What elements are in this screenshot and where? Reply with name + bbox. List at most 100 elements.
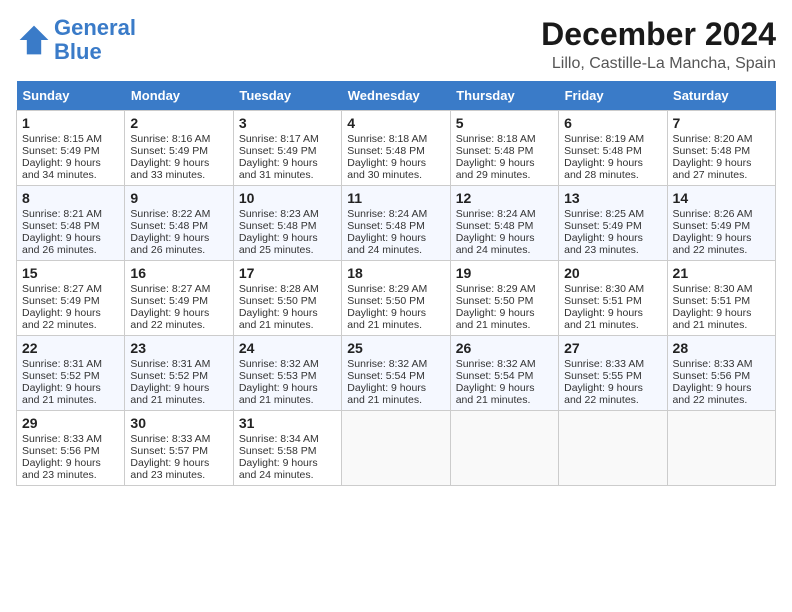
calendar-week-row: 1 Sunrise: 8:15 AM Sunset: 5:49 PM Dayli… xyxy=(17,111,776,186)
day-number: 7 xyxy=(673,115,770,131)
sunset-label: Sunset: 5:51 PM xyxy=(564,295,642,307)
day-number: 2 xyxy=(130,115,227,131)
table-row: 2 Sunrise: 8:16 AM Sunset: 5:49 PM Dayli… xyxy=(125,111,233,186)
table-row: 23 Sunrise: 8:31 AM Sunset: 5:52 PM Dayl… xyxy=(125,336,233,411)
col-saturday: Saturday xyxy=(667,81,775,111)
table-row: 27 Sunrise: 8:33 AM Sunset: 5:55 PM Dayl… xyxy=(559,336,667,411)
day-number: 25 xyxy=(347,340,444,356)
table-row: 10 Sunrise: 8:23 AM Sunset: 5:48 PM Dayl… xyxy=(233,186,341,261)
daylight-label: Daylight: 9 hours and 21 minutes. xyxy=(673,307,752,331)
day-number: 24 xyxy=(239,340,336,356)
table-row: 1 Sunrise: 8:15 AM Sunset: 5:49 PM Dayli… xyxy=(17,111,125,186)
table-row: 17 Sunrise: 8:28 AM Sunset: 5:50 PM Dayl… xyxy=(233,261,341,336)
sunrise-label: Sunrise: 8:31 AM xyxy=(22,358,102,370)
sunrise-label: Sunrise: 8:19 AM xyxy=(564,133,644,145)
table-row: 21 Sunrise: 8:30 AM Sunset: 5:51 PM Dayl… xyxy=(667,261,775,336)
daylight-label: Daylight: 9 hours and 31 minutes. xyxy=(239,157,318,181)
table-row: 13 Sunrise: 8:25 AM Sunset: 5:49 PM Dayl… xyxy=(559,186,667,261)
daylight-label: Daylight: 9 hours and 21 minutes. xyxy=(564,307,643,331)
sunset-label: Sunset: 5:49 PM xyxy=(130,295,208,307)
table-row xyxy=(667,411,775,486)
sunset-label: Sunset: 5:50 PM xyxy=(347,295,425,307)
table-row: 29 Sunrise: 8:33 AM Sunset: 5:56 PM Dayl… xyxy=(17,411,125,486)
logo-line1: General xyxy=(54,15,136,40)
sunset-label: Sunset: 5:49 PM xyxy=(239,145,317,157)
sunset-label: Sunset: 5:48 PM xyxy=(456,220,534,232)
sunset-label: Sunset: 5:56 PM xyxy=(673,370,751,382)
day-number: 12 xyxy=(456,190,553,206)
sunrise-label: Sunrise: 8:33 AM xyxy=(130,433,210,445)
day-number: 11 xyxy=(347,190,444,206)
daylight-label: Daylight: 9 hours and 24 minutes. xyxy=(456,232,535,256)
day-number: 14 xyxy=(673,190,770,206)
day-number: 20 xyxy=(564,265,661,281)
daylight-label: Daylight: 9 hours and 21 minutes. xyxy=(239,307,318,331)
daylight-label: Daylight: 9 hours and 24 minutes. xyxy=(239,457,318,481)
sunset-label: Sunset: 5:54 PM xyxy=(347,370,425,382)
calendar-week-row: 15 Sunrise: 8:27 AM Sunset: 5:49 PM Dayl… xyxy=(17,261,776,336)
col-wednesday: Wednesday xyxy=(342,81,450,111)
sunset-label: Sunset: 5:48 PM xyxy=(456,145,534,157)
daylight-label: Daylight: 9 hours and 23 minutes. xyxy=(130,457,209,481)
daylight-label: Daylight: 9 hours and 21 minutes. xyxy=(347,307,426,331)
sunrise-label: Sunrise: 8:23 AM xyxy=(239,208,319,220)
col-tuesday: Tuesday xyxy=(233,81,341,111)
logo-text: General Blue xyxy=(54,16,136,64)
calendar-week-row: 8 Sunrise: 8:21 AM Sunset: 5:48 PM Dayli… xyxy=(17,186,776,261)
day-number: 28 xyxy=(673,340,770,356)
sunset-label: Sunset: 5:49 PM xyxy=(673,220,751,232)
sunrise-label: Sunrise: 8:17 AM xyxy=(239,133,319,145)
table-row: 5 Sunrise: 8:18 AM Sunset: 5:48 PM Dayli… xyxy=(450,111,558,186)
sunrise-label: Sunrise: 8:24 AM xyxy=(347,208,427,220)
day-number: 3 xyxy=(239,115,336,131)
sunset-label: Sunset: 5:53 PM xyxy=(239,370,317,382)
sunset-label: Sunset: 5:52 PM xyxy=(130,370,208,382)
daylight-label: Daylight: 9 hours and 28 minutes. xyxy=(564,157,643,181)
sunset-label: Sunset: 5:49 PM xyxy=(22,145,100,157)
sunrise-label: Sunrise: 8:26 AM xyxy=(673,208,753,220)
sunrise-label: Sunrise: 8:33 AM xyxy=(564,358,644,370)
sunrise-label: Sunrise: 8:32 AM xyxy=(456,358,536,370)
sunrise-label: Sunrise: 8:34 AM xyxy=(239,433,319,445)
logo-icon xyxy=(16,22,52,58)
day-number: 19 xyxy=(456,265,553,281)
day-number: 15 xyxy=(22,265,119,281)
calendar-header-row: Sunday Monday Tuesday Wednesday Thursday… xyxy=(17,81,776,111)
sunrise-label: Sunrise: 8:33 AM xyxy=(22,433,102,445)
daylight-label: Daylight: 9 hours and 25 minutes. xyxy=(239,232,318,256)
table-row: 26 Sunrise: 8:32 AM Sunset: 5:54 PM Dayl… xyxy=(450,336,558,411)
daylight-label: Daylight: 9 hours and 29 minutes. xyxy=(456,157,535,181)
table-row: 30 Sunrise: 8:33 AM Sunset: 5:57 PM Dayl… xyxy=(125,411,233,486)
sunset-label: Sunset: 5:49 PM xyxy=(22,295,100,307)
title-area: December 2024 Lillo, Castille-La Mancha,… xyxy=(541,16,776,73)
daylight-label: Daylight: 9 hours and 22 minutes. xyxy=(673,232,752,256)
day-number: 27 xyxy=(564,340,661,356)
daylight-label: Daylight: 9 hours and 33 minutes. xyxy=(130,157,209,181)
day-number: 26 xyxy=(456,340,553,356)
table-row: 22 Sunrise: 8:31 AM Sunset: 5:52 PM Dayl… xyxy=(17,336,125,411)
table-row: 6 Sunrise: 8:19 AM Sunset: 5:48 PM Dayli… xyxy=(559,111,667,186)
sunrise-label: Sunrise: 8:28 AM xyxy=(239,283,319,295)
sunset-label: Sunset: 5:48 PM xyxy=(130,220,208,232)
daylight-label: Daylight: 9 hours and 21 minutes. xyxy=(456,307,535,331)
day-number: 1 xyxy=(22,115,119,131)
sunrise-label: Sunrise: 8:25 AM xyxy=(564,208,644,220)
daylight-label: Daylight: 9 hours and 22 minutes. xyxy=(130,307,209,331)
col-friday: Friday xyxy=(559,81,667,111)
table-row: 25 Sunrise: 8:32 AM Sunset: 5:54 PM Dayl… xyxy=(342,336,450,411)
day-number: 18 xyxy=(347,265,444,281)
sunset-label: Sunset: 5:48 PM xyxy=(347,220,425,232)
daylight-label: Daylight: 9 hours and 22 minutes. xyxy=(673,382,752,406)
table-row xyxy=(450,411,558,486)
day-number: 30 xyxy=(130,415,227,431)
table-row: 12 Sunrise: 8:24 AM Sunset: 5:48 PM Dayl… xyxy=(450,186,558,261)
calendar-table: Sunday Monday Tuesday Wednesday Thursday… xyxy=(16,81,776,486)
daylight-label: Daylight: 9 hours and 21 minutes. xyxy=(239,382,318,406)
day-number: 10 xyxy=(239,190,336,206)
table-row: 8 Sunrise: 8:21 AM Sunset: 5:48 PM Dayli… xyxy=(17,186,125,261)
day-number: 5 xyxy=(456,115,553,131)
sunrise-label: Sunrise: 8:32 AM xyxy=(347,358,427,370)
sunset-label: Sunset: 5:54 PM xyxy=(456,370,534,382)
sunrise-label: Sunrise: 8:24 AM xyxy=(456,208,536,220)
sunrise-label: Sunrise: 8:29 AM xyxy=(347,283,427,295)
